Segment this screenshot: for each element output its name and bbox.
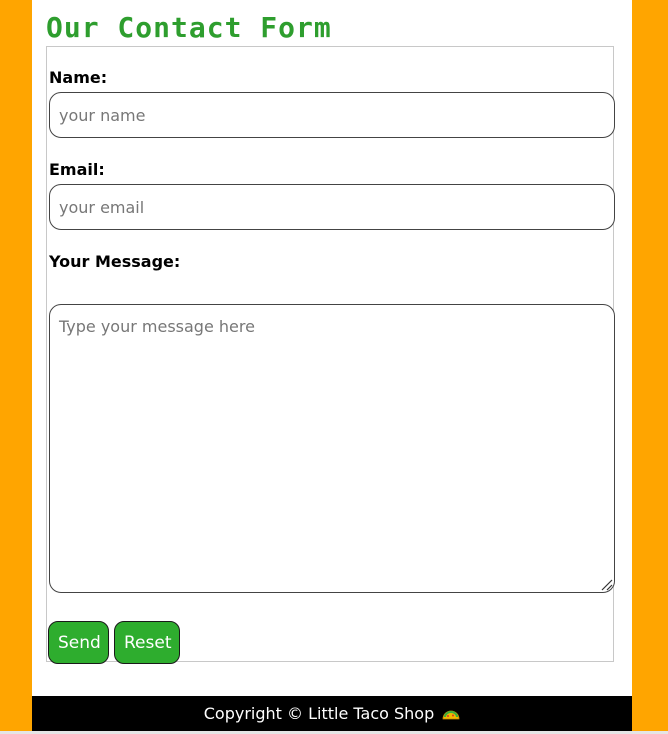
email-input[interactable] bbox=[49, 184, 615, 230]
email-label: Email: bbox=[49, 160, 105, 179]
footer: Copyright © Little Taco Shop bbox=[32, 696, 632, 731]
message-label: Your Message: bbox=[49, 252, 181, 271]
name-input[interactable] bbox=[49, 92, 615, 138]
resize-handle-icon[interactable] bbox=[601, 579, 613, 591]
name-label: Name: bbox=[49, 68, 108, 87]
copyright-text: Copyright © Little Taco Shop bbox=[203, 704, 435, 723]
taco-icon bbox=[442, 710, 460, 719]
reset-button[interactable]: Reset bbox=[114, 621, 180, 664]
page-title: Our Contact Form bbox=[46, 11, 332, 44]
send-button[interactable]: Send bbox=[48, 621, 109, 664]
contact-form: Name: Email: Your Message: Send Reset bbox=[46, 46, 615, 664]
message-textarea[interactable] bbox=[49, 304, 615, 593]
page-container: Our Contact Form Name: Email: Your Messa… bbox=[32, 0, 632, 734]
